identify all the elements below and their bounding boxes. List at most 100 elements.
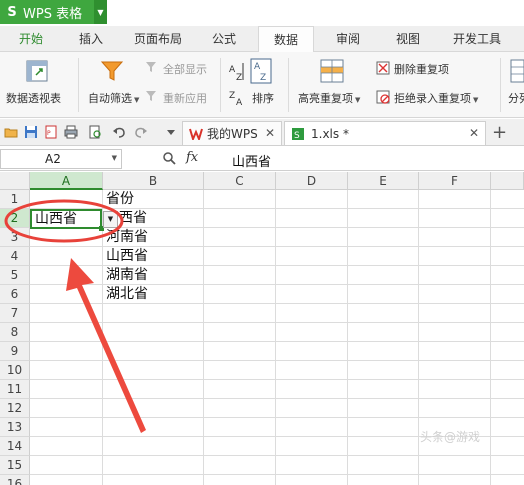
export-pdf-icon[interactable]: P: [44, 125, 58, 139]
row-header-3[interactable]: 3: [0, 228, 30, 247]
row-gridline: [30, 455, 524, 456]
reject-duplicates-icon: [376, 90, 390, 104]
column-header-f[interactable]: F: [419, 172, 491, 190]
sort-icon[interactable]: A Z: [250, 58, 272, 84]
reapply-button[interactable]: 重新应用: [163, 90, 207, 106]
show-all-button[interactable]: 全部显示: [163, 61, 207, 77]
highlight-duplicates-button[interactable]: 高亮重复项 ▼: [298, 90, 360, 106]
row-header-1[interactable]: 1: [0, 190, 30, 209]
cell-b4[interactable]: 山西省: [106, 247, 148, 266]
tab-formulas[interactable]: 公式: [200, 26, 248, 52]
funnel-icon[interactable]: [100, 59, 124, 83]
doc-tab-label: 我的WPS: [207, 127, 258, 141]
chevron-down-icon: ▼: [473, 96, 479, 104]
cell-b1[interactable]: 省份: [106, 190, 134, 209]
svg-text:A: A: [229, 65, 236, 75]
column-header-d[interactable]: D: [276, 172, 348, 190]
column-header-c[interactable]: C: [204, 172, 276, 190]
cell-b3[interactable]: 河南省: [106, 228, 148, 247]
highlight-duplicates-icon[interactable]: [320, 59, 344, 83]
row-header-6[interactable]: 6: [0, 285, 30, 304]
row-gridline: [30, 246, 524, 247]
open-folder-icon[interactable]: [4, 125, 18, 139]
customize-quick-access-icon[interactable]: [164, 125, 178, 139]
print-icon[interactable]: [64, 125, 78, 139]
filter-clear-icon: [146, 62, 156, 72]
row-header-8[interactable]: 8: [0, 323, 30, 342]
chevron-down-icon[interactable]: ▼: [94, 0, 107, 24]
tab-review[interactable]: 审阅: [324, 26, 372, 52]
column-header-a[interactable]: A: [30, 172, 103, 190]
tab-page-layout[interactable]: 页面布局: [126, 26, 190, 52]
column-gridline: [102, 190, 103, 485]
row-header-4[interactable]: 4: [0, 247, 30, 266]
active-cell-a2[interactable]: 山西省: [30, 209, 102, 229]
wps-logo-icon: [189, 128, 203, 140]
row-header-9[interactable]: 9: [0, 342, 30, 361]
cell-b5[interactable]: 湖南省: [106, 266, 148, 285]
sort-az-icons[interactable]: A Z Z A: [228, 60, 246, 106]
tab-data[interactable]: 数据: [258, 26, 314, 53]
cell-a2: 山西省: [35, 211, 77, 227]
pivot-table-button[interactable]: 数据透视表: [6, 90, 61, 106]
pivot-table-icon[interactable]: [26, 60, 48, 82]
row-header-5[interactable]: 5: [0, 266, 30, 285]
spreadsheet-file-icon: S: [292, 127, 304, 141]
tab-start[interactable]: 开始: [8, 26, 54, 52]
cell-b2[interactable]: 西省: [119, 209, 147, 228]
row-header-15[interactable]: 15: [0, 456, 30, 475]
save-icon[interactable]: [24, 125, 38, 139]
formula-input[interactable]: 山西省: [232, 151, 271, 170]
split-columns-button[interactable]: 分列: [508, 90, 524, 106]
doc-tab-my-wps[interactable]: 我的WPS ✕: [182, 121, 282, 145]
column-gridline: [275, 190, 276, 485]
print-preview-icon[interactable]: [88, 125, 102, 139]
column-header-g[interactable]: [491, 172, 524, 190]
close-icon[interactable]: ✕: [265, 126, 275, 140]
row-header-13[interactable]: 13: [0, 418, 30, 437]
tab-insert[interactable]: 插入: [66, 26, 116, 52]
validation-dropdown-button[interactable]: ▼: [103, 211, 118, 228]
select-all-corner[interactable]: [0, 172, 30, 190]
plus-icon[interactable]: +: [492, 122, 507, 143]
remove-duplicates-button[interactable]: 删除重复项: [394, 61, 449, 77]
autofilter-button[interactable]: 自动筛选 ▼: [88, 90, 139, 106]
doc-tab-file[interactable]: S 1.xls * ✕: [284, 121, 486, 145]
close-icon[interactable]: ✕: [469, 126, 479, 140]
row-header-7[interactable]: 7: [0, 304, 30, 323]
sort-button[interactable]: 排序: [252, 90, 274, 106]
row-header-2[interactable]: 2: [0, 209, 30, 228]
ribbon-separator: [78, 58, 79, 112]
row-header-12[interactable]: 12: [0, 399, 30, 418]
fx-insert-function-button[interactable]: fx: [186, 150, 198, 165]
tab-view[interactable]: 视图: [384, 26, 432, 52]
reapply-filter-icon: [146, 91, 156, 101]
row-gridline: [30, 417, 524, 418]
row-header-10[interactable]: 10: [0, 361, 30, 380]
column-gridline: [490, 190, 491, 485]
column-header-e[interactable]: E: [348, 172, 419, 190]
row-header-11[interactable]: 11: [0, 380, 30, 399]
column-header-b[interactable]: B: [103, 172, 204, 190]
highlight-duplicates-label: 高亮重复项: [298, 92, 353, 105]
row-gridline: [30, 398, 524, 399]
formula-bar: A2 ▼ fx 山西省: [0, 147, 524, 171]
autofilter-label: 自动筛选: [88, 92, 132, 105]
row-header-14[interactable]: 14: [0, 437, 30, 456]
cell-b6[interactable]: 湖北省: [106, 285, 148, 304]
column-gridline: [203, 190, 204, 485]
split-columns-icon[interactable]: [510, 59, 524, 83]
undo-icon[interactable]: [112, 125, 126, 139]
svg-text:Z: Z: [229, 91, 235, 101]
chevron-down-icon[interactable]: ▼: [112, 154, 117, 162]
zoom-icon[interactable]: [162, 151, 176, 165]
svg-text:P: P: [47, 130, 51, 137]
name-box-value: A2: [45, 152, 61, 166]
row-header-16[interactable]: 16: [0, 475, 30, 485]
tab-developer[interactable]: 开发工具: [444, 26, 510, 52]
column-gridline: [418, 190, 419, 485]
wps-app-menu-button[interactable]: S WPS 表格 ▼: [0, 0, 107, 24]
redo-icon[interactable]: [134, 125, 148, 139]
reject-duplicates-button[interactable]: 拒绝录入重复项 ▼: [394, 90, 478, 106]
name-box[interactable]: A2 ▼: [0, 149, 122, 169]
